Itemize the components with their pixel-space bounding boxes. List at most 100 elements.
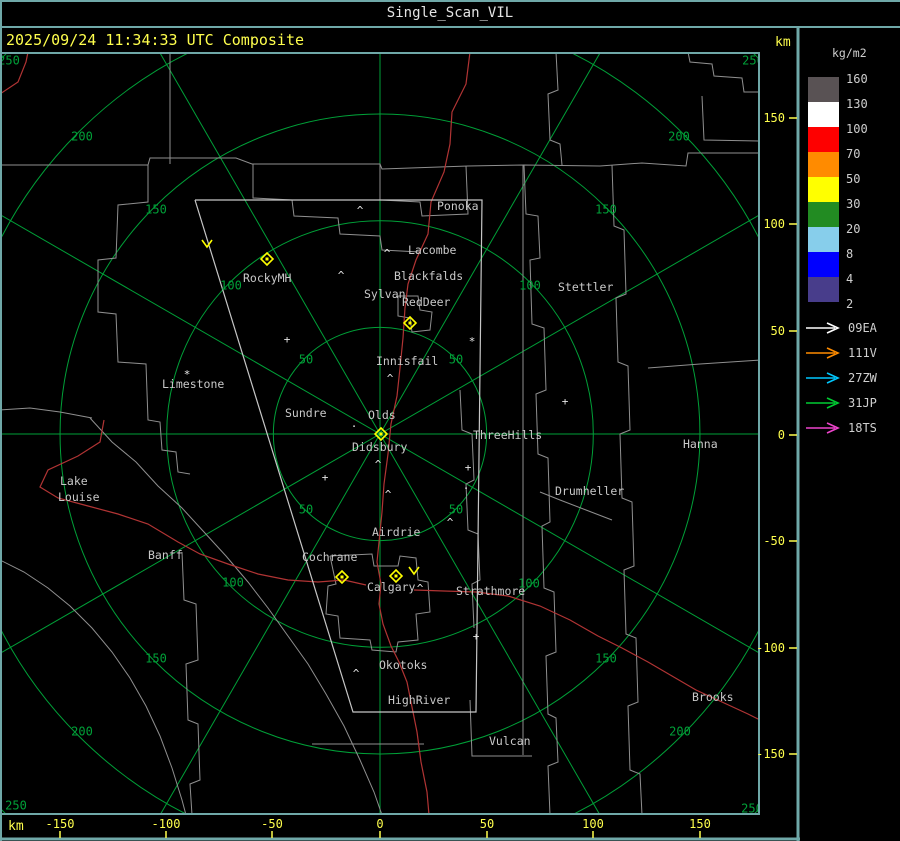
colorbar-swatch xyxy=(808,77,839,102)
colorbar-swatch xyxy=(808,202,839,227)
ring-distance-label: 50 xyxy=(449,353,463,367)
city-label: Calgary xyxy=(367,580,416,594)
colorbar-swatch xyxy=(808,102,839,127)
ring-distance-label: 150 xyxy=(145,203,167,217)
x-tick-label: -150 xyxy=(46,817,75,831)
city-label: Strathmore xyxy=(456,584,525,598)
colorbar-swatch xyxy=(808,252,839,277)
colorbar-value: 70 xyxy=(846,147,860,161)
cell-point-marker: ^ xyxy=(387,372,394,385)
colorbar-swatch xyxy=(808,127,839,152)
ring-distance-label: 200 xyxy=(71,130,93,144)
city-label: ThreeHills xyxy=(473,428,542,442)
colorbar-value: 8 xyxy=(846,247,853,261)
cell-point-marker: ^ xyxy=(447,516,454,529)
city-label: Vulcan xyxy=(489,734,531,748)
radar-id-label: 27ZW xyxy=(848,371,878,385)
radar-id-label: 111V xyxy=(848,346,877,360)
city-label: Hanna xyxy=(683,437,718,451)
ring-distance-label: 250 xyxy=(5,799,27,813)
x-axis-unit: km xyxy=(8,819,24,834)
ring-distance-label: 150 xyxy=(595,203,617,217)
ring-distance-label: 200 xyxy=(668,130,690,144)
y-axis-unit: km xyxy=(775,35,791,50)
city-label: Sylvan xyxy=(364,287,406,301)
ring-distance-label: 250 xyxy=(742,54,764,68)
x-tick-label: 150 xyxy=(689,817,711,831)
city-label: Lacombe xyxy=(408,243,457,257)
y-tick-label: 50 xyxy=(771,324,785,338)
ring-distance-label: 200 xyxy=(669,725,691,739)
city-label: HighRiver xyxy=(388,693,450,707)
cell-point-marker: ^ xyxy=(385,488,392,501)
y-tick-label: -100 xyxy=(756,641,785,655)
city-label: Olds xyxy=(368,408,396,422)
colorbar-value: 2 xyxy=(846,297,853,311)
ring-distance-label: 50 xyxy=(299,353,313,367)
x-tick-label: 50 xyxy=(480,817,494,831)
colorbar-swatch xyxy=(808,152,839,177)
x-tick-label: -50 xyxy=(261,817,283,831)
ring-distance-label: 200 xyxy=(71,725,93,739)
colorbar-swatch xyxy=(808,277,839,302)
ring-distance-label: 150 xyxy=(145,652,167,666)
radar-id-label: 31JP xyxy=(848,396,877,410)
city-label: Drumheller xyxy=(555,484,624,498)
x-tick-label: 100 xyxy=(582,817,604,831)
ring-distance-label: 100 xyxy=(220,279,242,293)
colorbar-swatch xyxy=(808,227,839,252)
cell-point-marker: . xyxy=(463,479,470,492)
colorbar-value: 160 xyxy=(846,72,868,86)
city-label: Ponoka xyxy=(437,199,479,213)
cell-point-marker: ^ xyxy=(338,269,345,282)
colorbar-value: 20 xyxy=(846,222,860,236)
cell-point-marker: * xyxy=(184,368,191,381)
y-tick-label: -50 xyxy=(763,534,785,548)
city-label: Okotoks xyxy=(379,658,427,672)
radar-id-label: 09EA xyxy=(848,321,878,335)
city-label: Sundre xyxy=(285,406,327,420)
cell-point-marker: * xyxy=(469,335,476,348)
radar-id-label: 18TS xyxy=(848,421,877,435)
colorbar-value: 30 xyxy=(846,197,860,211)
colorbar-unit-label: kg/m2 xyxy=(832,46,867,60)
cell-point-marker: + xyxy=(562,395,569,408)
y-tick-label: 100 xyxy=(763,217,785,231)
cell-point-marker: ^ xyxy=(357,204,364,217)
city-label: Stettler xyxy=(558,280,613,294)
colorbar-value: 50 xyxy=(846,172,860,186)
city-label: Brooks xyxy=(692,690,734,704)
cell-point-marker: + xyxy=(473,630,480,643)
cell-point-marker: ^ xyxy=(384,247,391,260)
y-tick-label: 150 xyxy=(763,111,785,125)
x-tick-label: 0 xyxy=(376,817,383,831)
y-tick-label: -150 xyxy=(756,747,785,761)
map-layer: 50 5050 50100 100100 100150 150150 150200 20020… xyxy=(0,53,764,814)
city-label: RockyMH xyxy=(243,271,292,285)
city-label: Innisfail xyxy=(376,354,438,368)
cell-point-marker: ^ xyxy=(375,458,382,471)
cell-point-marker: . xyxy=(351,417,358,430)
city-label: RedDeer xyxy=(402,295,451,309)
city-label: Blackfalds xyxy=(394,269,463,283)
city-label: Airdrie xyxy=(372,525,421,539)
city-label: Limestone xyxy=(162,377,224,391)
ring-distance-label: 100 xyxy=(222,576,244,590)
city-label: Louise xyxy=(58,490,100,504)
city-label: Didsbury xyxy=(352,440,407,454)
cell-point-marker: ^ xyxy=(417,582,424,595)
cell-point-marker: + xyxy=(284,333,291,346)
ring-distance-label: 250 xyxy=(0,54,20,68)
city-label: Banff xyxy=(148,548,183,562)
cell-point-marker: ^ xyxy=(353,667,360,680)
cell-point-marker: + xyxy=(465,461,472,474)
colorbar-value: 100 xyxy=(846,122,868,136)
cell-point-marker: + xyxy=(322,471,329,484)
colorbar-swatch xyxy=(808,177,839,202)
y-tick-label: 0 xyxy=(778,428,785,442)
colorbar-value: 130 xyxy=(846,97,868,111)
x-tick-label: -100 xyxy=(152,817,181,831)
colorbar-value: 4 xyxy=(846,272,853,286)
ring-distance-label: 50 xyxy=(449,503,463,517)
ring-distance-label: 150 xyxy=(595,652,617,666)
